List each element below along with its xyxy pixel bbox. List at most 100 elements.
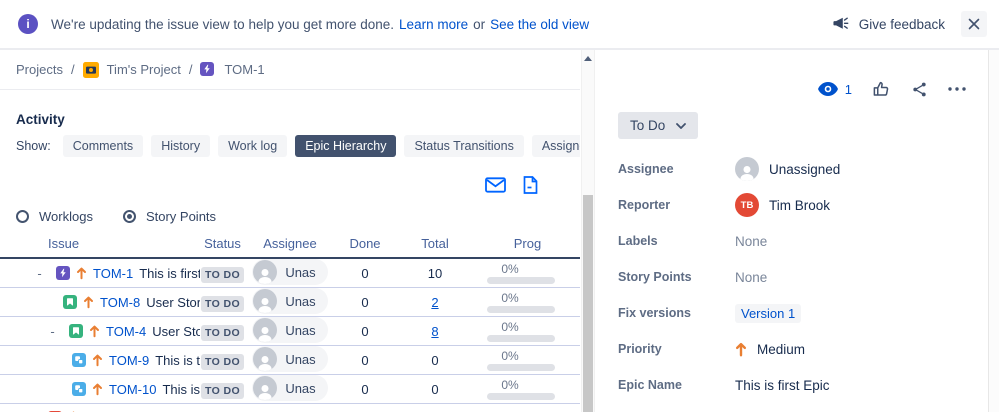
assignee-cell: Unas <box>245 259 335 287</box>
vertical-scrollbar[interactable] <box>581 50 595 412</box>
banner-conjunction: or <box>473 16 486 32</box>
breadcrumb-label: Tim's Project <box>106 62 181 77</box>
priority-medium-icon <box>735 342 747 357</box>
progress-percent: 0% <box>501 378 519 392</box>
issue-key-link[interactable]: TOM-10 <box>109 382 156 397</box>
breadcrumb-item-tim-s-project[interactable]: Tim's Project <box>82 61 181 78</box>
done-cell: 0 <box>361 265 369 281</box>
column-header-total: Total <box>421 236 449 251</box>
field-value: This is first Epic <box>735 378 830 393</box>
column-header-status: Status <box>204 236 241 251</box>
subtask-type-icon <box>72 353 86 367</box>
progress-bar <box>487 364 555 371</box>
right-panel-edge <box>988 50 999 412</box>
progress-cell: 0% <box>475 349 580 371</box>
field-value: None <box>735 234 767 249</box>
progress-percent: 0% <box>501 291 519 305</box>
learn-more-link[interactable]: Learn more <box>399 17 468 32</box>
story-type-icon <box>63 295 77 309</box>
more-actions-button[interactable] <box>948 87 966 91</box>
field-value: TB Tim Brook <box>735 193 830 217</box>
assignee-chip: Unas <box>252 346 328 372</box>
table-row-partial <box>0 404 580 412</box>
issue-key-link[interactable]: TOM-8 <box>100 295 140 310</box>
field-value-text: This is first Epic <box>735 377 830 393</box>
breadcrumb-item-projects[interactable]: Projects <box>16 62 63 77</box>
field-story-points: Story Points None <box>600 259 988 295</box>
breadcrumb-item-tom-1[interactable]: TOM-1 <box>200 61 265 78</box>
progress-bar <box>487 393 555 400</box>
tab-assignee-transitions[interactable]: Assignee Transitions <box>531 135 580 157</box>
table-row-tom-1: - TOM-1 This is first EpicTO DO Unas 0 10 0% <box>0 259 580 288</box>
hierarchy-table-body: -TOM-1This is first EpicTO DOUnas0100%TO… <box>0 259 580 412</box>
scrollbar-thumb[interactable] <box>583 195 593 412</box>
breadcrumb-separator: / <box>70 62 75 77</box>
status-badge: TO DO <box>200 324 245 341</box>
scroll-up-arrow-icon[interactable] <box>584 56 592 61</box>
issue-key-link[interactable]: TOM-1 <box>93 266 133 281</box>
give-feedback-button[interactable]: Give feedback <box>832 16 945 32</box>
table-row-tom-8: TOM-8 User Story 5TO DO Unas 0 2 0% <box>0 288 580 317</box>
share-button[interactable] <box>911 81 928 98</box>
collapse-toggle[interactable]: - <box>48 324 57 339</box>
breadcrumb-label: TOM-1 <box>224 62 265 77</box>
status-dropdown-button[interactable]: To Do <box>618 112 699 139</box>
tab-status-transitions[interactable]: Status Transitions <box>404 135 524 157</box>
fix-version-link[interactable]: Version 1 <box>735 303 802 323</box>
tab-comments[interactable]: Comments <box>62 135 144 157</box>
total-link[interactable]: 8 <box>431 324 438 339</box>
see-old-view-link[interactable]: See the old view <box>490 17 589 32</box>
progress-bar <box>487 277 555 284</box>
field-priority: Priority Medium <box>600 331 988 367</box>
field-label: Reporter <box>618 198 671 212</box>
field-value: Version 1 <box>735 303 802 323</box>
export-document-icon[interactable] <box>523 176 538 194</box>
email-icon[interactable] <box>485 177 506 193</box>
done-cell: 0 <box>361 294 369 310</box>
issue-summary: This is task... <box>155 352 200 368</box>
total-link[interactable]: 2 <box>431 295 438 310</box>
status-cell: TO DO <box>200 353 245 370</box>
issue-key-link[interactable]: TOM-4 <box>106 324 146 339</box>
like-button[interactable] <box>872 80 891 98</box>
field-fix-versions: Fix versions Version 1 <box>600 295 988 331</box>
project-icon <box>82 61 99 78</box>
epic-type-icon <box>56 266 70 280</box>
banner-close-button[interactable] <box>961 11 987 37</box>
issue-summary: This is tas... <box>162 381 200 397</box>
radio-story-points[interactable]: Story Points <box>122 209 216 224</box>
avatar <box>253 376 278 400</box>
jira-issue-view: i We're updating the issue view to help … <box>0 0 999 412</box>
progress-bar <box>487 335 555 342</box>
field-label: Fix versions <box>618 306 691 320</box>
table-row-tom-10: TOM-10 This is tas...TO DO Unas 0 0 0% <box>0 375 580 404</box>
issue-summary: User Story 1 <box>152 323 200 339</box>
assignee-chip: Unas <box>252 288 328 314</box>
assignee-name: Unas <box>285 293 316 309</box>
radio-circle-icon <box>122 210 136 223</box>
breadcrumb-label: Projects <box>16 62 63 77</box>
issue-key-link[interactable]: TOM-9 <box>109 353 149 368</box>
watch-button[interactable]: 1 <box>817 82 852 97</box>
column-header-assignee: Assignee <box>263 236 317 251</box>
assignee-cell: Unas <box>245 288 335 316</box>
issue-cell: TOM-10 This is tas... <box>0 382 200 397</box>
radio-worklogs[interactable]: Worklogs <box>16 209 93 224</box>
tab-epic-hierarchy[interactable]: Epic Hierarchy <box>295 135 397 157</box>
column-header-issue: Issue <box>48 236 80 251</box>
priority-up-arrow-icon <box>92 354 103 367</box>
banner-actions: Give feedback <box>832 11 999 37</box>
issue-details-panel: 1 To Do Assignee Unassigned Reporter TB … <box>600 50 988 412</box>
status-cell: TO DO <box>200 382 245 399</box>
progress-percent: 0% <box>501 320 519 334</box>
field-reporter: Reporter TB Tim Brook <box>600 187 988 223</box>
tab-history[interactable]: History <box>151 135 211 157</box>
field-value-text: None <box>735 233 768 249</box>
progress-bar <box>487 306 555 313</box>
collapse-toggle[interactable]: - <box>35 266 44 281</box>
field-label: Epic Name <box>618 378 682 392</box>
status-badge: TO DO <box>200 266 245 283</box>
show-label: Show: <box>16 139 51 153</box>
chevron-down-icon <box>676 122 687 129</box>
tab-work-log[interactable]: Work log <box>218 135 288 157</box>
